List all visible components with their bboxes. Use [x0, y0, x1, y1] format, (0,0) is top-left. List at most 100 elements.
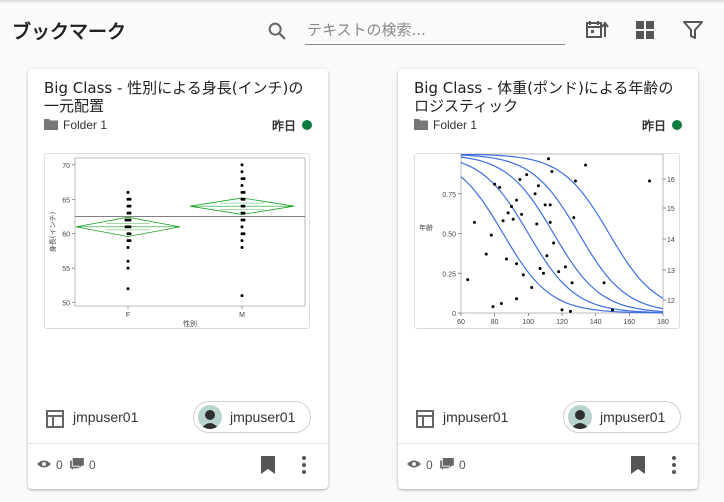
card-title[interactable]: Big Class - 体重(ポンド)による年齢のロジスティック [414, 79, 684, 115]
logistic-curve [460, 154, 664, 310]
data-point [128, 225, 132, 229]
data-point [501, 219, 505, 223]
bookmark-card[interactable]: Big Class - 体重(ポンド)による年齢のロジスティック Folder … [398, 69, 698, 489]
more-vert-icon[interactable] [668, 455, 680, 475]
data-point [498, 185, 502, 189]
data-point [128, 211, 132, 215]
data-point [493, 182, 497, 186]
grid-view-icon[interactable] [633, 18, 657, 42]
folder-row: Folder 1 昨日 [44, 117, 312, 133]
x-tick-label: 100 [522, 319, 534, 326]
data-point [515, 297, 519, 301]
data-point [240, 225, 244, 229]
right-tick-label: 12 [667, 298, 675, 305]
data-point [573, 179, 577, 183]
data-point [515, 262, 519, 266]
logistic-curve [460, 162, 664, 314]
filter-icon[interactable] [681, 18, 705, 42]
data-point [242, 197, 246, 201]
data-point [557, 270, 561, 274]
data-point [128, 218, 132, 222]
avatar [568, 405, 592, 429]
x-tick-label: M [239, 312, 245, 319]
data-point [530, 286, 534, 290]
view-count: 0 [56, 458, 63, 472]
owner-name: jmpuser01 [73, 409, 139, 425]
data-point [240, 245, 244, 249]
data-point [548, 220, 552, 224]
right-tick-label: 14 [667, 237, 675, 244]
data-point [568, 309, 572, 313]
x-axis-label: 性別 [183, 319, 197, 328]
comment-count: 0 [89, 458, 96, 472]
folder-name: Folder 1 [433, 118, 478, 132]
data-point [124, 225, 128, 229]
data-point [128, 239, 132, 243]
user-name: jmpuser01 [600, 409, 666, 425]
modified-date: 昨日 [641, 119, 666, 133]
data-point [520, 212, 524, 216]
x-tick-label: 60 [457, 319, 465, 326]
card-divider [28, 443, 328, 444]
data-point [489, 233, 493, 237]
data-point [242, 177, 246, 181]
data-point [472, 220, 476, 224]
data-point [240, 184, 244, 188]
user-chip[interactable]: jmpuser01 [563, 401, 681, 433]
bookmark-icon[interactable] [630, 455, 646, 475]
right-tick-label: 15 [667, 206, 675, 213]
x-tick-label: 180 [657, 319, 669, 326]
data-point [242, 218, 246, 222]
x-tick-label: F [126, 312, 130, 319]
sort-by-date-icon[interactable] [585, 18, 609, 42]
data-point [510, 204, 513, 208]
card-title[interactable]: Big Class - 性別による身長(インチ)の一元配置 [44, 79, 314, 115]
data-point [499, 301, 503, 305]
modified-date: 昨日 [271, 119, 296, 133]
y-tick-label: 0 [452, 311, 456, 318]
x-tick-label: 140 [590, 319, 602, 326]
more-vert-icon[interactable] [298, 455, 310, 475]
user-chip[interactable]: jmpuser01 [193, 401, 311, 433]
data-point [242, 232, 246, 236]
data-point [240, 239, 244, 243]
data-point [570, 281, 574, 285]
data-point [128, 204, 132, 208]
y-tick-label: 50 [62, 301, 70, 308]
y-axis-label: 身長(インチ) [48, 212, 57, 253]
data-point [126, 190, 130, 194]
data-point [126, 245, 130, 249]
bookmark-icon[interactable] [260, 455, 276, 475]
logistic-curve [460, 176, 663, 314]
y-tick-label: 0.75 [442, 192, 456, 199]
dashboard-icon [416, 410, 434, 428]
folder-row: Folder 1 昨日 [414, 117, 682, 133]
data-point [240, 170, 244, 174]
y-tick-label: 70 [62, 163, 70, 170]
search-icon[interactable] [266, 20, 288, 42]
data-point [126, 259, 130, 263]
comment-icon [440, 458, 454, 470]
data-point [648, 179, 652, 183]
data-point [563, 265, 567, 269]
y-tick-label: 0.25 [442, 271, 456, 278]
data-point [242, 190, 246, 194]
y-tick-label: 0.50 [442, 232, 456, 239]
data-point [550, 169, 554, 173]
data-point [584, 163, 588, 167]
user-name: jmpuser01 [230, 409, 296, 425]
chart-thumbnail[interactable]: 50 55 60 65 70 F M 性別 身長(インチ) [44, 153, 310, 329]
bookmark-card[interactable]: Big Class - 性別による身長(インチ)の一元配置 Folder 1 昨… [28, 69, 328, 489]
search-input[interactable] [305, 16, 565, 45]
data-point [128, 232, 132, 236]
data-point [242, 204, 246, 208]
data-point [126, 287, 130, 291]
data-point [128, 197, 132, 201]
y-axis-label: 年齢 [419, 223, 433, 232]
logistic-curve [461, 154, 664, 299]
data-point [484, 252, 488, 256]
comment-count: 0 [459, 458, 466, 472]
y-tick-label: 65 [62, 197, 70, 204]
oneway-chart: 50 55 60 65 70 F M 性別 身長(インチ) [48, 157, 306, 328]
chart-thumbnail[interactable]: 0 0.25 0.50 0.75 60 80 100 120 140 160 180 12 13 14 15… [414, 153, 680, 329]
